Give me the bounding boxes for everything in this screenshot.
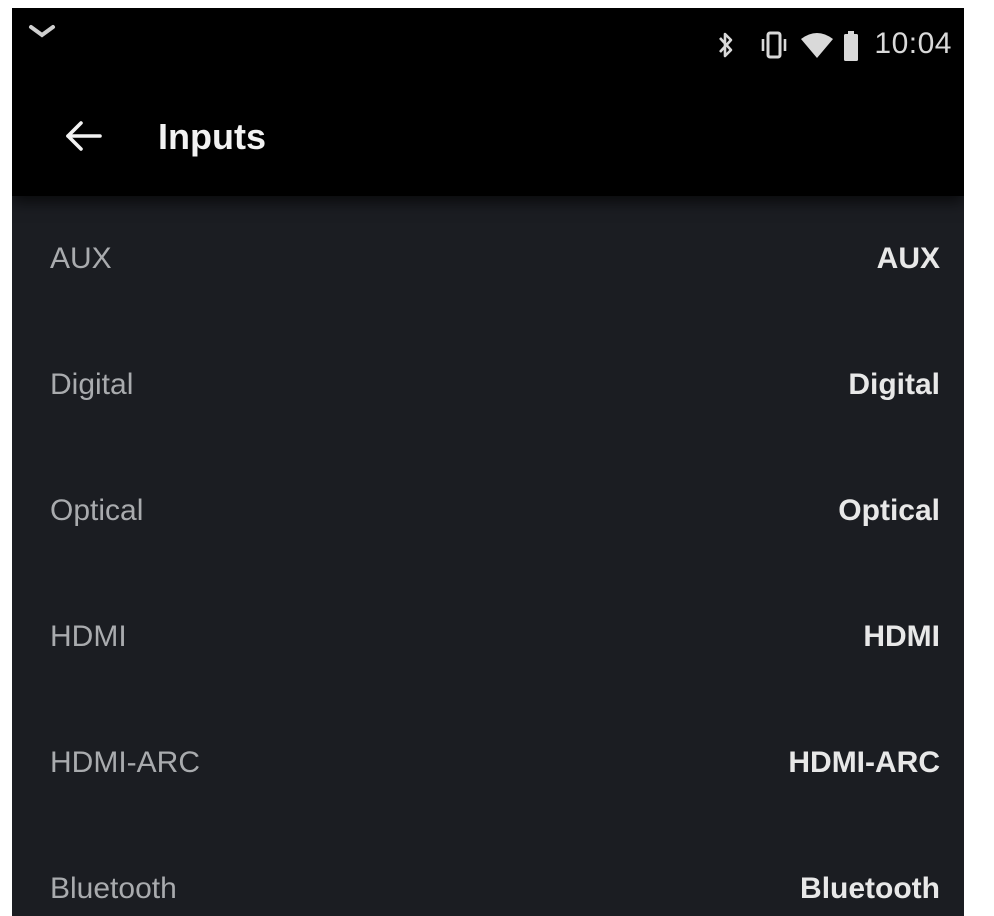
page-title: Inputs xyxy=(158,116,266,157)
input-label: Optical xyxy=(50,494,144,527)
input-label: Digital xyxy=(50,368,134,401)
back-arrow-icon xyxy=(64,119,104,158)
wifi-icon xyxy=(800,30,834,58)
list-item-hdmi[interactable]: HDMI HDMI xyxy=(12,574,964,700)
input-name-value: Bluetooth xyxy=(800,872,940,905)
list-item-hdmi-arc[interactable]: HDMI-ARC HDMI-ARC xyxy=(12,700,964,826)
back-button[interactable] xyxy=(56,110,112,166)
list-item-bluetooth[interactable]: Bluetooth Bluetooth xyxy=(12,826,964,916)
input-label: AUX xyxy=(50,242,112,275)
input-name-value: Optical xyxy=(838,494,940,527)
inputs-list: AUX AUX Digital Digital Optical Optical … xyxy=(12,196,964,916)
input-label: Bluetooth xyxy=(50,872,177,905)
phone-screen: 10:04 Inputs AUX AUX Digital Digital Opt… xyxy=(12,8,964,916)
notification-chevron-icon xyxy=(28,22,56,42)
app-bar: Inputs xyxy=(12,80,964,196)
status-icons: 10:04 xyxy=(716,24,952,64)
list-item-digital[interactable]: Digital Digital xyxy=(12,322,964,448)
status-time: 10:04 xyxy=(874,27,952,60)
vibrate-icon xyxy=(758,30,787,59)
list-item-aux[interactable]: AUX AUX xyxy=(12,196,964,322)
input-label: HDMI xyxy=(50,620,127,653)
input-name-value: HDMI xyxy=(863,620,940,653)
input-label: HDMI-ARC xyxy=(50,746,200,779)
battery-icon xyxy=(842,30,860,61)
status-bar: 10:04 xyxy=(12,8,964,80)
bluetooth-icon xyxy=(716,30,744,58)
input-name-value: HDMI-ARC xyxy=(788,746,940,779)
input-name-value: AUX xyxy=(876,242,940,275)
input-name-value: Digital xyxy=(848,368,940,401)
list-item-optical[interactable]: Optical Optical xyxy=(12,448,964,574)
